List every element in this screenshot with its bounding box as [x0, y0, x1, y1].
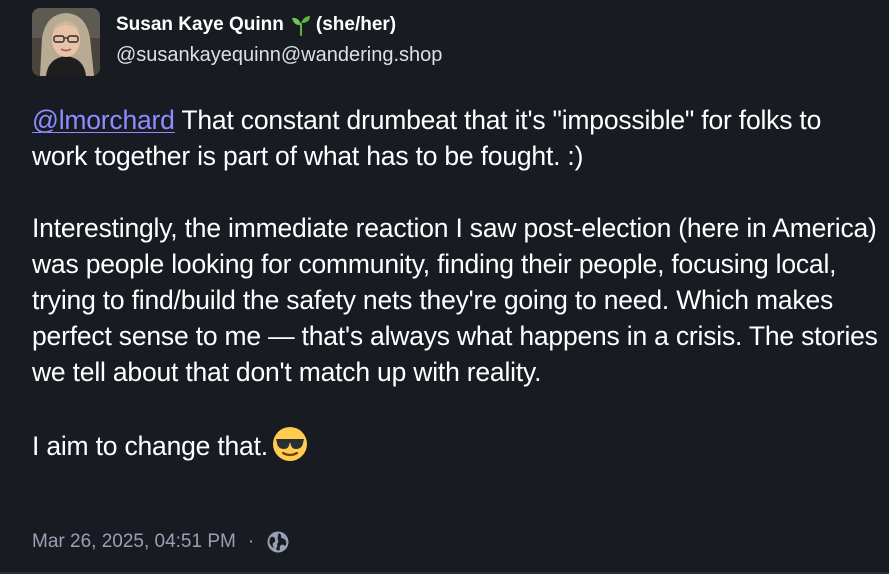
- post-card: Susan Kaye Quinn (she/her) @susankayequi…: [0, 0, 889, 574]
- avatar-image: [32, 8, 100, 76]
- post-paragraph-3: I aim to change that.: [32, 426, 882, 464]
- mention-link[interactable]: @lmorchard: [32, 105, 175, 135]
- author-avatar[interactable]: [32, 8, 100, 76]
- sunglasses-emoji-icon: [272, 426, 308, 462]
- post-meta: Mar 26, 2025, 04:51 PM ·: [32, 530, 290, 554]
- author-name-row[interactable]: Susan Kaye Quinn (she/her): [116, 12, 396, 38]
- post-paragraph-3-text: I aim to change that.: [32, 431, 268, 461]
- post-paragraph-2: Interestingly, the immediate reaction I …: [32, 213, 878, 387]
- globe-icon: [266, 530, 290, 554]
- post-timestamp[interactable]: Mar 26, 2025, 04:51 PM: [32, 531, 236, 553]
- author-handle[interactable]: @susankayequinn@wandering.shop: [116, 44, 442, 67]
- author-display-name[interactable]: Susan Kaye Quinn: [116, 14, 284, 36]
- post-content: @lmorchard That constant drumbeat that i…: [32, 102, 882, 464]
- seedling-icon: [290, 14, 312, 36]
- meta-separator: ·: [247, 531, 255, 552]
- author-pronouns: (she/her): [315, 14, 397, 35]
- post-paragraph-1: @lmorchard That constant drumbeat that i…: [32, 102, 882, 174]
